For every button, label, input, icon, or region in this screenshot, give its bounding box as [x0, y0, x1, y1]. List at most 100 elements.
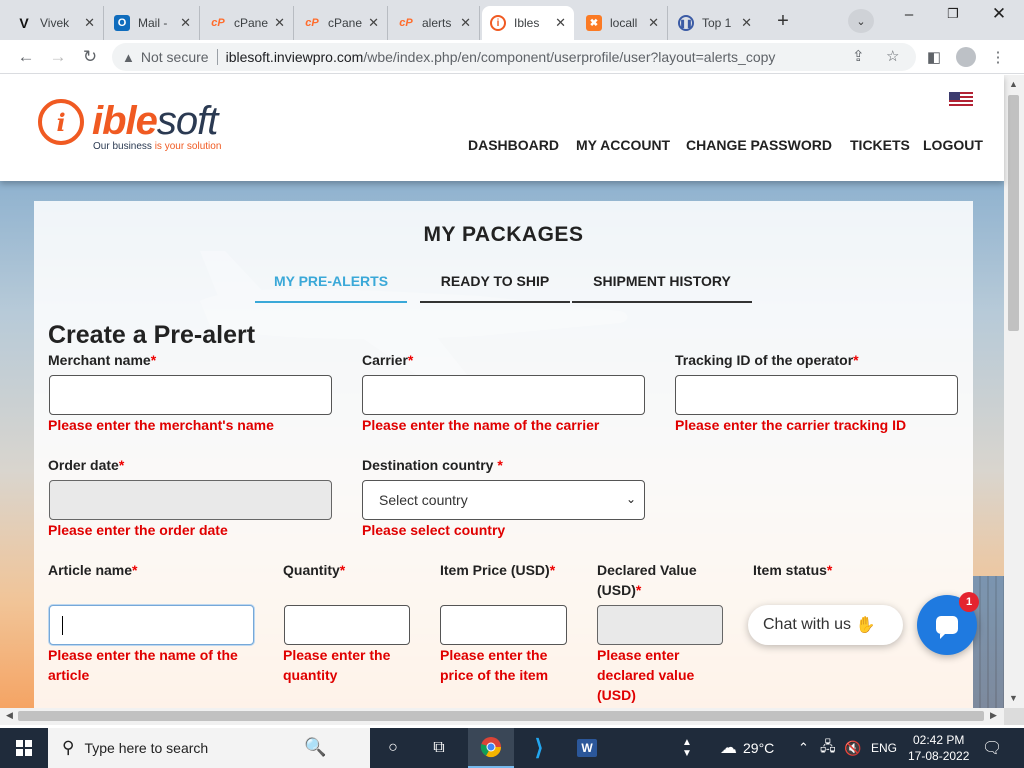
destination-country-select[interactable]: Select country ⌄ [362, 480, 645, 520]
pause-circle-icon: ❚❚ [678, 15, 694, 31]
article-name-input[interactable] [49, 605, 254, 645]
merchant-name-input[interactable] [49, 375, 332, 415]
declared-value-label: Declared Value (USD)* [597, 562, 697, 598]
item-price-input[interactable] [440, 605, 567, 645]
declared-value-input[interactable] [597, 605, 723, 645]
chat-with-us-pill[interactable]: Chat with us ✋ [748, 605, 903, 645]
browser-tab[interactable]: cP alerts ✕ [390, 6, 480, 40]
new-tab-button[interactable]: + [769, 9, 797, 33]
vscode-icon[interactable]: ⟩ [516, 728, 562, 768]
language-indicator[interactable]: ENG [871, 728, 897, 768]
close-icon[interactable]: ✕ [274, 15, 285, 31]
cloud-icon: ☁ [720, 738, 737, 757]
xampp-icon: ✖ [586, 15, 602, 31]
minimize-button[interactable]: – [886, 4, 932, 24]
site-logo[interactable]: iblesoft [92, 99, 218, 144]
scrollbar-thumb[interactable] [1008, 95, 1019, 331]
address-bar[interactable]: ▲ Not secure iblesoft.inviewpro.com/wbe/… [112, 43, 916, 71]
word-taskbar-icon[interactable]: W [564, 728, 610, 768]
browser-tab[interactable]: O Mail - ✕ [106, 6, 200, 40]
weather-widget[interactable]: ☁ 29°C [720, 728, 774, 768]
close-icon[interactable]: ✕ [460, 15, 471, 31]
tab-my-pre-alerts[interactable]: MY PRE-ALERTS [255, 273, 407, 303]
scroll-down-arrow-icon[interactable]: ▼ [1009, 693, 1018, 703]
browser-tab[interactable]: cP cPane ✕ [202, 6, 294, 40]
tab-ready-to-ship[interactable]: READY TO SHIP [420, 273, 570, 303]
cortana-icon[interactable]: ○ [370, 728, 416, 768]
windows-start-button[interactable] [0, 728, 48, 768]
iblesoft-logo-icon[interactable]: i [38, 99, 84, 145]
search-icon: ⚲ [62, 738, 75, 757]
article-name-error: Please enter the name of the article [48, 647, 238, 683]
browser-toolbar: ← → ↻ ▲ Not secure iblesoft.inviewpro.co… [0, 40, 1024, 74]
reload-button[interactable]: ↻ [78, 45, 102, 69]
tray-show-hidden-icon[interactable]: ⌃ [798, 728, 809, 768]
chat-notification-badge: 1 [959, 592, 979, 612]
taskbar-search-box[interactable]: ⚲ Type here to search 🔍 [48, 728, 370, 768]
text-caret [62, 616, 63, 635]
close-icon[interactable]: ✕ [741, 15, 752, 31]
forward-button[interactable]: → [46, 45, 70, 69]
volume-muted-icon[interactable]: 🔇 [844, 728, 861, 768]
bookmark-star-icon[interactable]: ☆ [886, 47, 899, 65]
shipping-containers-image [973, 576, 1004, 708]
security-status[interactable]: Not secure [141, 49, 209, 65]
scroll-left-arrow-icon[interactable]: ◀ [6, 710, 13, 721]
menu-kebab-icon[interactable]: ⋮ [986, 46, 1010, 68]
scroll-right-arrow-icon[interactable]: ▶ [990, 710, 997, 721]
order-date-input[interactable] [49, 480, 332, 520]
chrome-taskbar-icon[interactable] [468, 728, 514, 768]
divider [216, 49, 218, 65]
carrier-input[interactable] [362, 375, 645, 415]
browser-tab[interactable]: cP cPane ✕ [296, 6, 388, 40]
vertical-scrollbar[interactable]: ▲ ▼ [1004, 75, 1024, 708]
taskbar-scroll[interactable]: ▲ ▼ [682, 728, 692, 768]
us-flag-icon[interactable] [949, 92, 973, 108]
warning-icon[interactable]: ▲ [122, 50, 135, 65]
cpanel-icon: cP [211, 17, 225, 29]
carrier-label: Carrier* [362, 352, 414, 368]
item-status-label: Item status* [753, 562, 833, 578]
notifications-icon[interactable]: 🗨 [982, 728, 1002, 768]
network-icon[interactable]: 🖧 [820, 728, 836, 768]
nav-my-account[interactable]: MY ACCOUNT [576, 137, 670, 153]
nav-tickets[interactable]: TICKETS [850, 137, 910, 153]
close-icon[interactable]: ✕ [368, 15, 379, 31]
iblesoft-icon: i [490, 15, 506, 31]
browser-tab[interactable]: V Vivek ✕ [8, 6, 104, 40]
tab-search-button[interactable]: ⌄ [848, 9, 874, 33]
nav-change-password[interactable]: CHANGE PASSWORD [686, 137, 832, 153]
close-window-button[interactable]: ✕ [976, 4, 1022, 24]
scroll-up-arrow-icon[interactable]: ▲ [1009, 79, 1018, 89]
restore-button[interactable]: ❐ [930, 4, 976, 24]
article-name-label: Article name* [48, 562, 138, 578]
nav-logout[interactable]: LOGOUT [923, 137, 983, 153]
task-view-icon[interactable]: ⧉ [416, 728, 462, 768]
merchant-name-error: Please enter the merchant's name [48, 417, 274, 433]
hero-background: MY PACKAGES MY PRE-ALERTS READY TO SHIP … [0, 181, 1004, 708]
close-icon[interactable]: ✕ [84, 15, 95, 31]
browser-tab[interactable]: ❚❚ Top 1 ✕ [670, 6, 760, 40]
tracking-id-input[interactable] [675, 375, 958, 415]
profile-button[interactable] [954, 46, 978, 68]
nav-dashboard[interactable]: DASHBOARD [468, 137, 559, 153]
site-header: i iblesoft Our business is your solution… [0, 75, 1004, 181]
windows-logo-icon [16, 740, 32, 756]
close-icon[interactable]: ✕ [180, 15, 191, 31]
browser-tab[interactable]: ✖ locall ✕ [578, 6, 668, 40]
clock[interactable]: 02:42 PM 17-08-2022 [908, 728, 969, 768]
cpanel-icon: cP [305, 17, 319, 29]
cpanel-icon: cP [399, 17, 413, 29]
horizontal-scrollbar[interactable]: ◀ ▶ [0, 708, 1004, 725]
side-panel-icon[interactable]: ◧ [922, 46, 946, 68]
browser-tab-active[interactable]: i Ibles ✕ [482, 6, 574, 40]
share-icon[interactable]: ⇪ [852, 47, 865, 65]
back-button[interactable]: ← [14, 45, 38, 69]
scrollbar-thumb[interactable] [18, 711, 984, 721]
order-date-error: Please enter the order date [48, 522, 228, 538]
item-price-error: Please enter the price of the item [440, 647, 549, 683]
quantity-input[interactable] [284, 605, 410, 645]
close-icon[interactable]: ✕ [555, 15, 566, 31]
tab-shipment-history[interactable]: SHIPMENT HISTORY [572, 273, 752, 303]
close-icon[interactable]: ✕ [648, 15, 659, 31]
